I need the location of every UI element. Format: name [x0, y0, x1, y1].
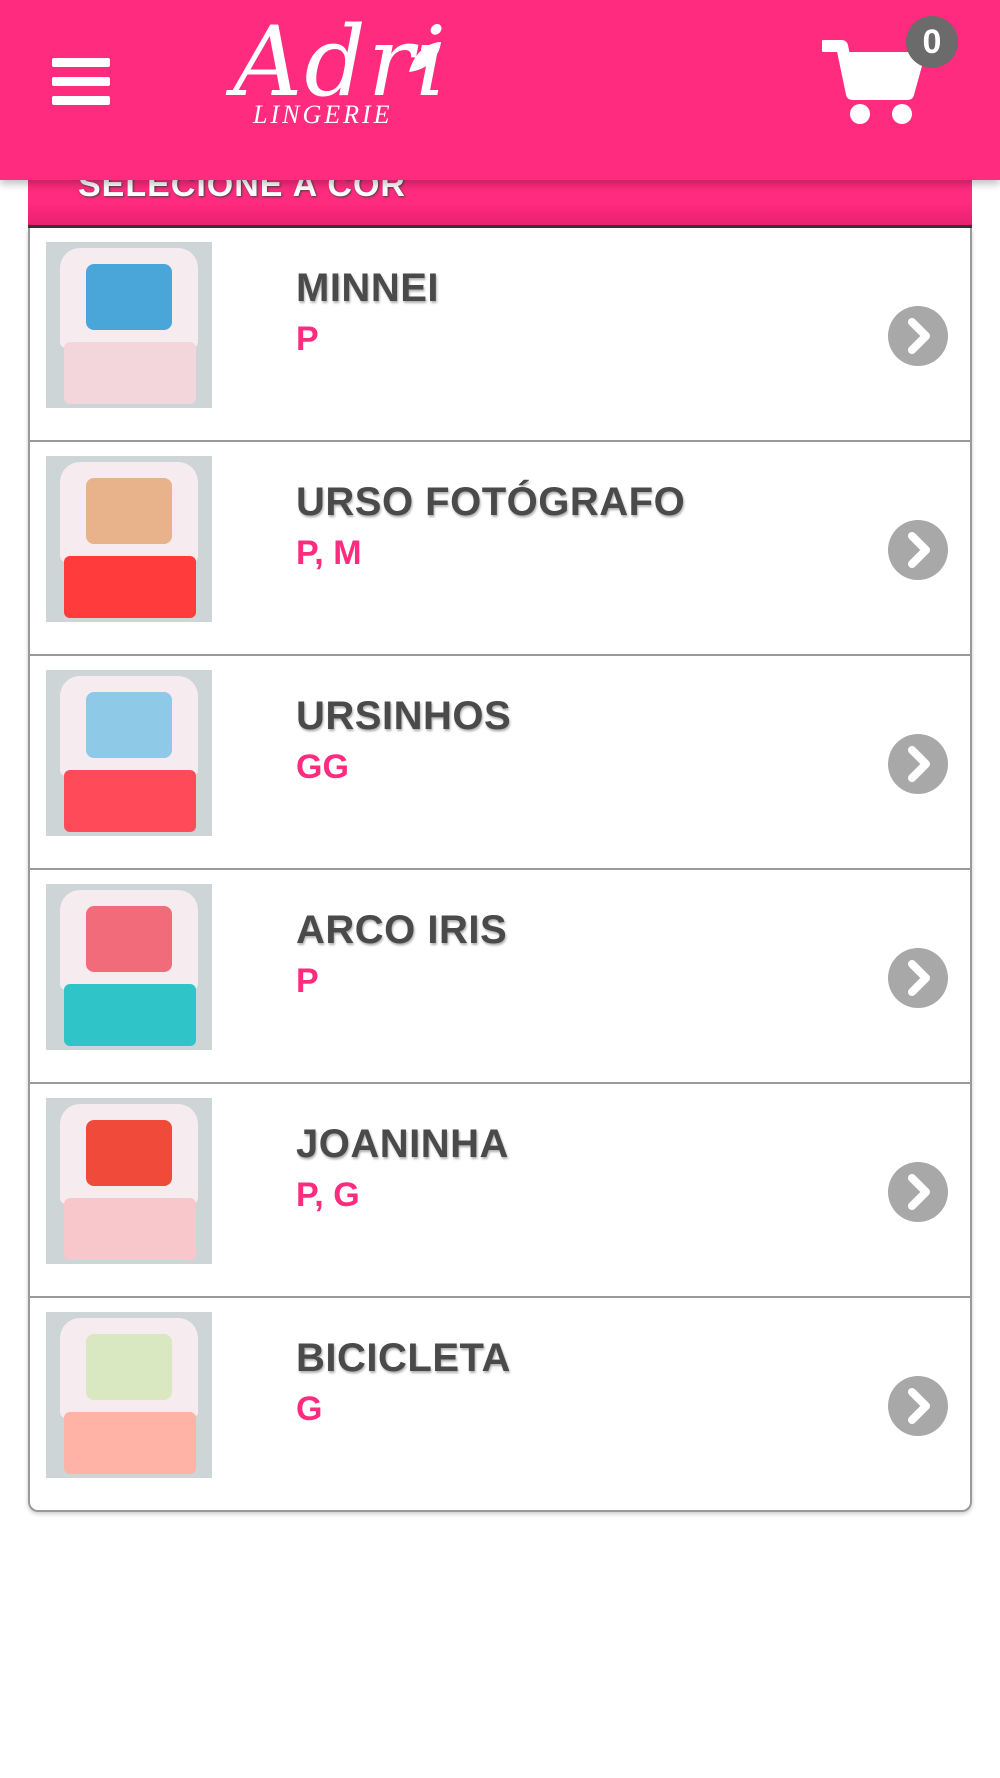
chevron-right-icon[interactable] [888, 1162, 948, 1222]
chevron-right-icon[interactable] [888, 520, 948, 580]
pajama-image [46, 1098, 212, 1264]
product-sizes: GG [296, 748, 349, 786]
product-sizes: G [296, 1390, 323, 1428]
product-name: URSO FOTÓGRAFO [296, 480, 686, 524]
chevron-right-icon[interactable] [888, 306, 948, 366]
product-sizes: P, M [296, 534, 362, 572]
brand-logo[interactable]: Adri LINGERIE [225, 14, 455, 145]
pajama-image [46, 242, 212, 408]
product-name: JOANINHA [296, 1122, 509, 1166]
pajama-image [46, 670, 212, 836]
chevron-right-icon[interactable] [888, 1376, 948, 1436]
pajama-image [46, 1312, 212, 1478]
product-name: ARCO IRIS [296, 908, 508, 952]
product-item[interactable]: ARCO IRIS P [30, 870, 970, 1084]
product-item[interactable]: JOANINHA P, G [30, 1084, 970, 1298]
pants-swatch [64, 1412, 196, 1474]
product-sizes: P [296, 962, 319, 1000]
product-name: MINNEI [296, 266, 439, 310]
pants-swatch [64, 984, 196, 1046]
product-item[interactable]: URSINHOS GG [30, 656, 970, 870]
pajama-image [46, 884, 212, 1050]
chevron-right-icon[interactable] [888, 948, 948, 1008]
print-swatch [86, 1334, 172, 1400]
pants-swatch [64, 770, 196, 832]
pajama-image [46, 456, 212, 622]
cart-count-badge: 0 [906, 16, 958, 68]
pants-swatch [64, 342, 196, 404]
product-name: BICICLETA [296, 1336, 511, 1380]
print-swatch [86, 478, 172, 544]
product-item[interactable]: MINNEI P [30, 228, 970, 442]
print-swatch [86, 692, 172, 758]
print-swatch [86, 906, 172, 972]
product-item[interactable]: BICICLETA G [30, 1298, 970, 1512]
chevron-right-icon[interactable] [888, 734, 948, 794]
product-name: URSINHOS [296, 694, 512, 738]
product-sizes: P, G [296, 1176, 360, 1214]
leaf-icon [409, 42, 441, 72]
pants-swatch [64, 556, 196, 618]
product-item[interactable]: URSO FOTÓGRAFO P, M [30, 442, 970, 656]
product-sizes: P [296, 320, 319, 358]
product-list: MINNEI P URSO FOTÓGRAFO P, M URSINHOS GG [28, 228, 972, 1512]
pants-swatch [64, 1198, 196, 1260]
hamburger-menu-icon[interactable] [52, 58, 110, 106]
print-swatch [86, 1120, 172, 1186]
print-swatch [86, 264, 172, 330]
app-header: Adri LINGERIE 0 [0, 0, 1000, 180]
logo-subtitle: LINGERIE [253, 100, 393, 129]
